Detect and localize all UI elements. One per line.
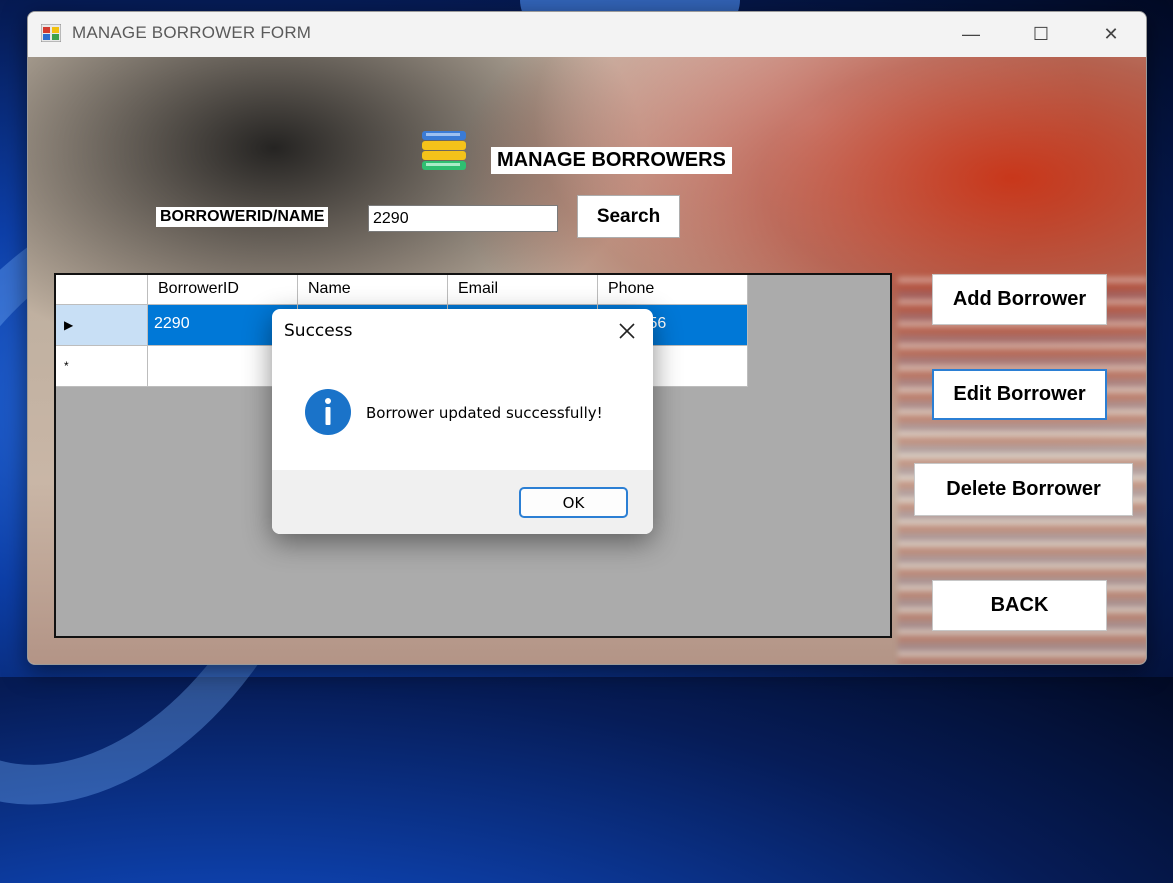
grid-corner-cell	[56, 275, 148, 305]
column-header-phone[interactable]: Phone	[598, 275, 748, 305]
dialog-title: Success	[284, 321, 353, 341]
app-icon	[41, 24, 61, 42]
back-button[interactable]: BACK	[932, 580, 1107, 631]
minimize-button[interactable]: —	[936, 12, 1006, 57]
new-row-asterisk-icon: *	[64, 359, 69, 373]
maximize-button[interactable]: ☐	[1006, 12, 1076, 57]
info-icon	[305, 389, 351, 435]
page-title: MANAGE BORROWERS	[491, 147, 732, 174]
ok-button[interactable]: OK	[519, 487, 628, 518]
close-icon	[619, 323, 635, 339]
current-row-arrow-icon: ▶	[64, 318, 74, 332]
column-header-name[interactable]: Name	[298, 275, 448, 305]
row-selector[interactable]: ▶	[56, 305, 148, 346]
close-icon: ✕	[1103, 24, 1119, 44]
new-row-selector[interactable]: *	[56, 346, 148, 387]
search-button[interactable]: Search	[577, 195, 680, 238]
success-dialog: Success Borrower updated successfully! O…	[272, 309, 653, 534]
dialog-body: Borrower updated successfully!	[272, 354, 653, 470]
books-icon	[422, 131, 466, 170]
minimize-icon: —	[962, 24, 980, 44]
close-button[interactable]: ✕	[1076, 12, 1146, 57]
maximize-icon: ☐	[1032, 24, 1050, 44]
title-bar[interactable]: MANAGE BORROWER FORM — ☐ ✕	[28, 12, 1146, 57]
column-header-email[interactable]: Email	[448, 275, 598, 305]
grid-header: BorrowerID Name Email Phone	[56, 275, 748, 305]
search-label: BORROWERID/NAME	[156, 207, 329, 227]
edit-borrower-button[interactable]: Edit Borrower	[932, 369, 1107, 420]
add-borrower-button[interactable]: Add Borrower	[932, 274, 1107, 325]
column-header-borrowerid[interactable]: BorrowerID	[148, 275, 298, 305]
dialog-footer: OK	[272, 470, 653, 534]
dialog-close-button[interactable]	[609, 313, 645, 349]
window-title: MANAGE BORROWER FORM	[72, 23, 312, 42]
search-input[interactable]	[368, 205, 558, 232]
dialog-message: Borrower updated successfully!	[366, 404, 603, 422]
delete-borrower-button[interactable]: Delete Borrower	[914, 463, 1133, 516]
